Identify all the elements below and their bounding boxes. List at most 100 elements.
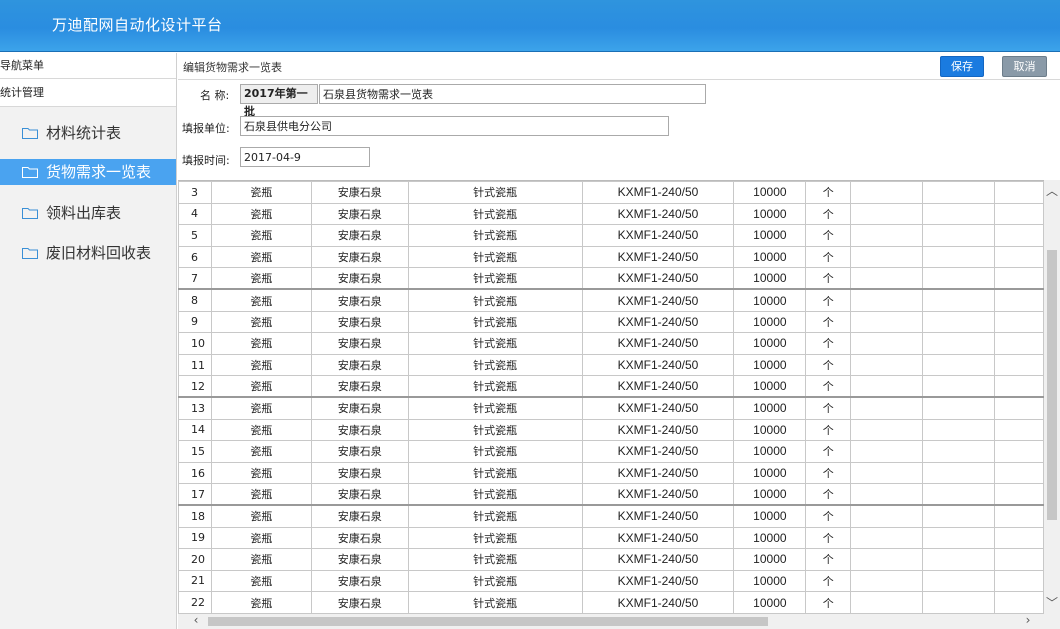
table-cell: 安康石泉 xyxy=(310,181,409,204)
name-prefix-field[interactable]: 2017年第一批 xyxy=(240,84,318,118)
table-cell-empty xyxy=(994,591,1044,614)
table-cell: 针式瓷瓶 xyxy=(407,310,583,334)
table-cell-empty xyxy=(994,202,1044,226)
table-cell: 8 xyxy=(178,288,212,312)
table-cell: KXMF1-240/50 xyxy=(581,375,735,398)
table-cell: 10000 xyxy=(733,396,807,420)
table-cell: 3 xyxy=(178,181,212,204)
chevron-right-icon[interactable]: › xyxy=(1020,613,1036,627)
table-cell-empty xyxy=(922,224,996,247)
table-cell: 个 xyxy=(805,375,852,398)
table-cell: 针式瓷瓶 xyxy=(407,396,583,420)
table-row[interactable]: 14 瓷瓶 安康石泉 针式瓷瓶 KXMF1-240/50 10000 个 xyxy=(178,418,1044,442)
table-cell: 个 xyxy=(805,224,852,247)
save-button[interactable]: 保存 xyxy=(940,56,984,77)
table-cell-empty xyxy=(994,181,1044,204)
table-cell: 安康石泉 xyxy=(310,461,409,485)
scrollbar-thumb[interactable] xyxy=(208,617,768,626)
table-row[interactable]: 22 瓷瓶 安康石泉 针式瓷瓶 KXMF1-240/50 10000 个 xyxy=(178,591,1044,614)
unit-input[interactable] xyxy=(240,116,669,136)
table-cell-empty xyxy=(850,202,924,226)
table-cell: 针式瓷瓶 xyxy=(407,440,583,463)
table-cell: 10000 xyxy=(733,224,807,247)
table-cell: KXMF1-240/50 xyxy=(581,202,735,226)
table-row[interactable]: 5 瓷瓶 安康石泉 针式瓷瓶 KXMF1-240/50 10000 个 xyxy=(178,224,1044,247)
sidebar-item-material-outbound[interactable]: 领料出库表 xyxy=(0,193,176,233)
table-cell: KXMF1-240/50 xyxy=(581,353,735,377)
table-cell: 18 xyxy=(178,504,212,528)
table-cell: KXMF1-240/50 xyxy=(581,245,735,269)
table-row[interactable]: 3 瓷瓶 安康石泉 针式瓷瓶 KXMF1-240/50 10000 个 xyxy=(178,181,1044,204)
table-cell-empty xyxy=(850,591,924,614)
table-cell: 10000 xyxy=(733,288,807,312)
table-row[interactable]: 12 瓷瓶 安康石泉 针式瓷瓶 KXMF1-240/50 10000 个 xyxy=(178,375,1044,398)
table-cell: 个 xyxy=(805,396,852,420)
table-cell: KXMF1-240/50 xyxy=(581,332,735,355)
table-cell-empty xyxy=(922,310,996,334)
chevron-left-icon[interactable]: ‹ xyxy=(188,613,204,627)
table-row[interactable]: 10 瓷瓶 安康石泉 针式瓷瓶 KXMF1-240/50 10000 个 xyxy=(178,332,1044,355)
horizontal-scrollbar[interactable]: ‹ › xyxy=(178,613,1060,629)
table-cell: 10000 xyxy=(733,353,807,377)
table-row[interactable]: 7 瓷瓶 安康石泉 针式瓷瓶 KXMF1-240/50 10000 个 xyxy=(178,267,1044,290)
table-row[interactable]: 17 瓷瓶 安康石泉 针式瓷瓶 KXMF1-240/50 10000 个 xyxy=(178,483,1044,506)
table-cell: 瓷瓶 xyxy=(210,504,312,528)
table-row[interactable]: 11 瓷瓶 安康石泉 针式瓷瓶 KXMF1-240/50 10000 个 xyxy=(178,353,1044,377)
table-cell: 安康石泉 xyxy=(310,440,409,463)
table-cell-empty xyxy=(850,483,924,506)
table-cell-empty xyxy=(922,396,996,420)
table-cell: 安康石泉 xyxy=(310,353,409,377)
table-row[interactable]: 19 瓷瓶 安康石泉 针式瓷瓶 KXMF1-240/50 10000 个 xyxy=(178,526,1044,550)
table-row[interactable]: 18 瓷瓶 安康石泉 针式瓷瓶 KXMF1-240/50 10000 个 xyxy=(178,504,1044,528)
table-cell: 瓷瓶 xyxy=(210,245,312,269)
table-row[interactable]: 4 瓷瓶 安康石泉 针式瓷瓶 KXMF1-240/50 10000 个 xyxy=(178,202,1044,226)
scrollbar-thumb[interactable] xyxy=(1047,250,1057,520)
table-cell: 10000 xyxy=(733,202,807,226)
table-row[interactable]: 8 瓷瓶 安康石泉 针式瓷瓶 KXMF1-240/50 10000 个 xyxy=(178,288,1044,312)
folder-icon xyxy=(22,248,38,259)
table-cell: 针式瓷瓶 xyxy=(407,483,583,506)
table-cell-empty xyxy=(850,288,924,312)
table-cell: 安康石泉 xyxy=(310,267,409,290)
table-row[interactable]: 13 瓷瓶 安康石泉 针式瓷瓶 KXMF1-240/50 10000 个 xyxy=(178,396,1044,420)
table-row[interactable]: 15 瓷瓶 安康石泉 针式瓷瓶 KXMF1-240/50 10000 个 xyxy=(178,440,1044,463)
sidebar-item-material-stats[interactable]: 材料统计表 xyxy=(0,113,176,153)
table-cell: 10000 xyxy=(733,310,807,334)
chevron-down-icon[interactable]: ﹀ xyxy=(1044,594,1060,611)
table-cell: 个 xyxy=(805,548,852,571)
cancel-button[interactable]: 取消 xyxy=(1002,56,1047,77)
table-cell: 针式瓷瓶 xyxy=(407,569,583,593)
name-input[interactable] xyxy=(319,84,706,104)
table-row[interactable]: 16 瓷瓶 安康石泉 针式瓷瓶 KXMF1-240/50 10000 个 xyxy=(178,461,1044,485)
table-cell: 10000 xyxy=(733,245,807,269)
table-cell: 10000 xyxy=(733,548,807,571)
table-cell: 22 xyxy=(178,591,212,614)
sidebar-item-goods-demand[interactable]: 货物需求一览表 xyxy=(0,159,176,185)
vertical-scrollbar[interactable]: ︿ ﹀ xyxy=(1044,180,1060,614)
table-cell: 瓷瓶 xyxy=(210,375,312,398)
sidebar: 导航菜单 统计管理 材料统计表 货物需求一览表 领料出库表 废旧材料回收表 xyxy=(0,53,177,629)
table-cell: KXMF1-240/50 xyxy=(581,461,735,485)
table-cell: KXMF1-240/50 xyxy=(581,483,735,506)
table-cell: 11 xyxy=(178,353,212,377)
chevron-up-icon[interactable]: ︿ xyxy=(1044,182,1060,199)
table-cell-empty xyxy=(994,483,1044,506)
table-cell: 针式瓷瓶 xyxy=(407,224,583,247)
table-cell: 安康石泉 xyxy=(310,202,409,226)
table-cell: 安康石泉 xyxy=(310,483,409,506)
table-row[interactable]: 21 瓷瓶 安康石泉 针式瓷瓶 KXMF1-240/50 10000 个 xyxy=(178,569,1044,593)
table-cell: 瓷瓶 xyxy=(210,526,312,550)
table-cell: KXMF1-240/50 xyxy=(581,288,735,312)
sidebar-item-scrap-recycling[interactable]: 废旧材料回收表 xyxy=(0,233,176,273)
date-input[interactable] xyxy=(240,147,370,167)
main-panel: 编辑货物需求一览表 保存 取消 名 称: 2017年第一批 填报单位: 填报时间… xyxy=(178,53,1060,629)
table-cell: 10000 xyxy=(733,440,807,463)
table-row[interactable]: 9 瓷瓶 安康石泉 针式瓷瓶 KXMF1-240/50 10000 个 xyxy=(178,310,1044,334)
toolbar: 编辑货物需求一览表 保存 取消 xyxy=(178,53,1060,80)
table-cell: 10000 xyxy=(733,504,807,528)
goods-table: 3 瓷瓶 安康石泉 针式瓷瓶 KXMF1-240/50 10000 个 4 瓷瓶 安康石泉 针式瓷瓶… xyxy=(178,181,1044,614)
table-row[interactable]: 6 瓷瓶 安康石泉 针式瓷瓶 KXMF1-240/50 10000 个 xyxy=(178,245,1044,269)
table-cell: 17 xyxy=(178,483,212,506)
sidebar-group-stats[interactable]: 统计管理 xyxy=(0,79,176,107)
table-row[interactable]: 20 瓷瓶 安康石泉 针式瓷瓶 KXMF1-240/50 10000 个 xyxy=(178,548,1044,571)
